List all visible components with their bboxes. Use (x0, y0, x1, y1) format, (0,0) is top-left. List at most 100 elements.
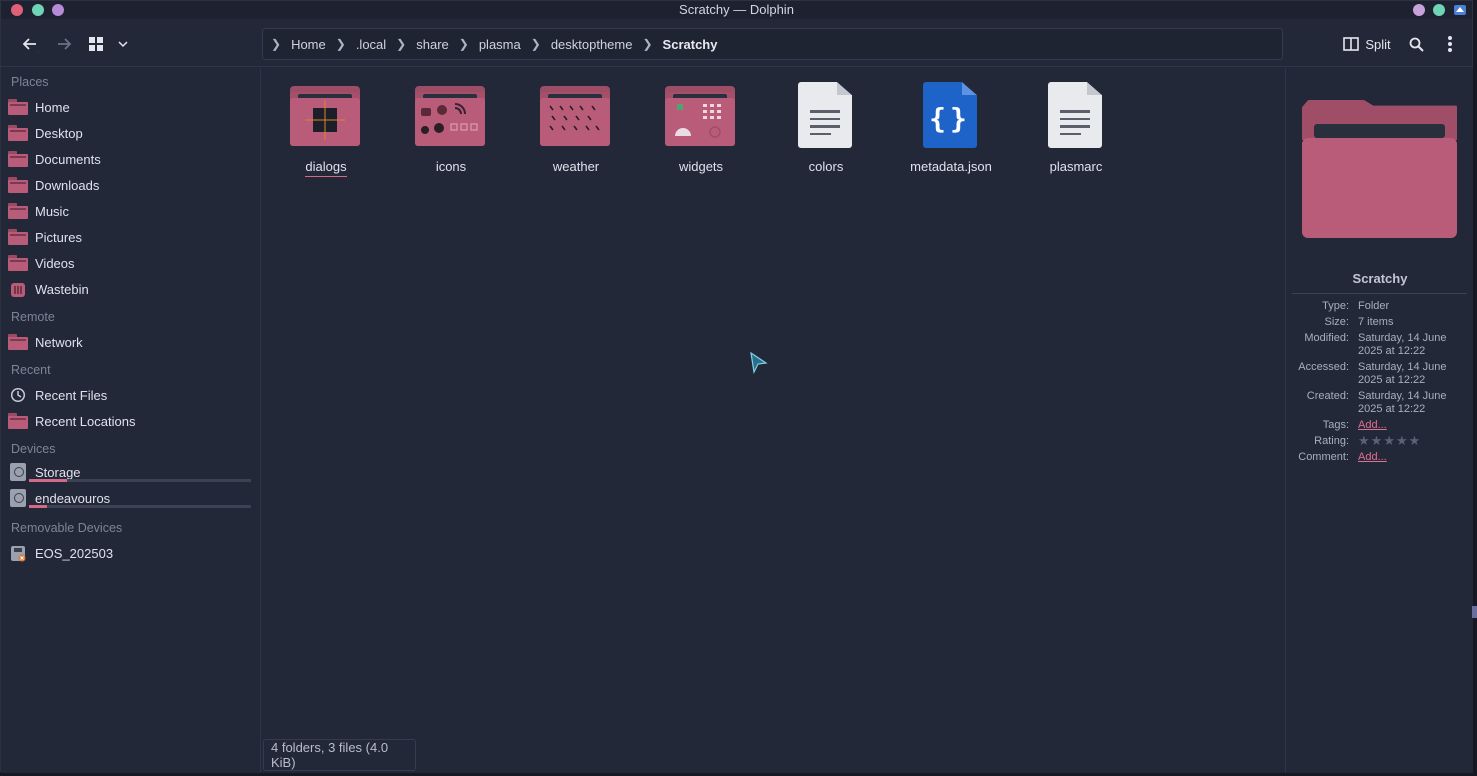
add-comment-link[interactable]: Add... (1358, 451, 1468, 464)
folder-music-icon (7, 202, 29, 220)
folder-recent-icon (7, 412, 29, 430)
hamburger-menu-button[interactable] (1440, 31, 1460, 57)
file-item-widgets[interactable]: widgets (651, 82, 751, 174)
star-icon[interactable]: ★ (1409, 434, 1421, 448)
sidebar-item-desktop[interactable]: Desktop (7, 121, 257, 145)
info-row-comment: Comment: Add... (1286, 451, 1474, 464)
endeavouros-usage-bar (29, 505, 251, 508)
file-name: weather (552, 159, 600, 174)
chevron-down-icon (118, 41, 128, 48)
sidebar-item-documents[interactable]: Documents (7, 147, 257, 171)
file-item-plasmarc[interactable]: plasmarc (1026, 82, 1126, 174)
folder-downloads-icon (7, 176, 29, 194)
kebab-menu-icon (1448, 36, 1452, 52)
chevron-right-icon: ❯ (271, 37, 282, 51)
drive-icon (7, 463, 29, 481)
chevron-right-icon: ❯ (530, 37, 541, 51)
star-icon[interactable]: ★ (1383, 434, 1395, 448)
sidebar-item-eos-usb[interactable]: EOS_202503 (7, 541, 257, 565)
star-icon[interactable]: ★ (1371, 434, 1383, 448)
section-removable-devices: Removable Devices (11, 521, 123, 535)
divider (1292, 293, 1467, 294)
text-file-icon (1040, 82, 1112, 150)
file-item-icons[interactable]: icons (401, 82, 501, 174)
breadcrumb-desktoptheme[interactable]: ❯ desktoptheme (531, 37, 643, 52)
breadcrumb-share[interactable]: ❯ share (396, 37, 459, 52)
breadcrumb-local[interactable]: ❯ .local (336, 37, 396, 52)
info-row-tags: Tags: Add... (1286, 419, 1474, 432)
info-row-accessed: Accessed: Saturday, 14 June 2025 at 12:22 (1298, 361, 1447, 386)
section-remote: Remote (11, 310, 55, 324)
file-name: colors (808, 159, 844, 174)
sidebar-item-recent-files[interactable]: Recent Files (7, 383, 257, 407)
add-tags-link[interactable]: Add... (1358, 419, 1468, 432)
section-devices: Devices (11, 442, 56, 456)
sidebar-item-downloads[interactable]: Downloads (7, 173, 257, 197)
file-item-dialogs[interactable]: dialogs (276, 82, 376, 177)
file-view[interactable]: dialogs icons weather widgets colors {} … (262, 68, 1284, 773)
sidebar-item-recent-locations[interactable]: Recent Locations (7, 409, 257, 433)
dolphin-window: Scratchy — Dolphin ❯ Home ❯ .local ❯ sha… (0, 0, 1474, 773)
file-name: metadata.json (910, 159, 992, 174)
file-item-colors[interactable]: colors (776, 82, 876, 174)
view-mode-dropdown[interactable] (115, 31, 131, 57)
folder-icons-icon (415, 82, 487, 150)
dolphin-app-icon (1454, 5, 1466, 15)
arrow-left-icon (22, 38, 39, 52)
sidebar-item-videos[interactable]: Videos (7, 251, 257, 275)
view-mode-button[interactable] (87, 31, 105, 57)
section-places: Places (11, 75, 49, 89)
split-label: Split (1365, 36, 1391, 52)
file-name: icons (435, 159, 467, 174)
location-breadcrumb[interactable]: ❯ Home ❯ .local ❯ share ❯ plasma ❯ desktopthe… (262, 28, 1283, 60)
icons-view-icon (89, 37, 103, 51)
star-icon[interactable]: ★ (1396, 434, 1408, 448)
split-button[interactable]: Split (1341, 31, 1393, 57)
file-name: widgets (678, 159, 724, 174)
breadcrumb-plasma[interactable]: ❯ plasma (459, 37, 531, 52)
json-file-icon: {} (915, 82, 987, 150)
breadcrumb-scratchy[interactable]: ❯ Scratchy (642, 37, 727, 52)
storage-usage-bar (29, 479, 251, 482)
folder-weather-icon (540, 82, 612, 150)
arrow-right-icon (58, 38, 72, 50)
file-item-metadata-json[interactable]: {} metadata.json (901, 82, 1001, 174)
toolbar: ❯ Home ❯ .local ❯ share ❯ plasma ❯ desktopthe… (1, 19, 1472, 67)
title-bar: Scratchy — Dolphin (1, 1, 1472, 19)
info-row-size: Size: 7 items (1324, 316, 1394, 328)
sidebar-item-home[interactable]: Home (7, 95, 257, 119)
search-button[interactable] (1406, 31, 1426, 57)
drive-icon (7, 489, 29, 507)
folder-network-icon (7, 333, 29, 351)
back-button[interactable] (17, 31, 43, 57)
sidebar-item-music[interactable]: Music (7, 199, 257, 223)
info-row-created: Created: Saturday, 14 June 2025 at 12:22 (1306, 390, 1447, 415)
star-icon[interactable]: ★ (1358, 434, 1370, 448)
mouse-cursor-icon (750, 351, 768, 374)
info-file-name: Scratchy (1352, 271, 1408, 286)
folder-home-icon (7, 98, 29, 116)
file-item-weather[interactable]: weather (526, 82, 626, 174)
chevron-right-icon: ❯ (642, 37, 653, 51)
chevron-right-icon: ❯ (458, 37, 469, 51)
folder-widgets-icon (665, 82, 737, 150)
folder-dialogs-icon (290, 82, 362, 150)
sidebar-item-network[interactable]: Network (7, 330, 257, 354)
info-row-modified: Modified: Saturday, 14 June 2025 at 12:22 (1304, 332, 1447, 357)
sidebar-item-pictures[interactable]: Pictures (7, 225, 257, 249)
file-name: dialogs (305, 159, 347, 177)
folder-desktop-icon (7, 124, 29, 142)
folder-documents-icon (7, 150, 29, 168)
breadcrumb-home[interactable]: ❯ Home (271, 37, 336, 52)
section-recent: Recent (11, 363, 51, 377)
folder-preview-icon (1302, 100, 1458, 240)
info-row-rating: Rating: ★ ★ ★ ★ ★ (1286, 434, 1474, 448)
shade-window-button[interactable] (1433, 4, 1445, 16)
sidebar-item-wastebin[interactable]: Wastebin (7, 277, 257, 301)
text-file-icon (790, 82, 862, 150)
rating-stars[interactable]: ★ ★ ★ ★ ★ (1358, 434, 1468, 448)
keep-above-button[interactable] (1413, 4, 1425, 16)
file-name: plasmarc (1049, 159, 1103, 174)
desktop-edge-indicator (1472, 606, 1477, 618)
forward-button[interactable] (51, 31, 77, 57)
